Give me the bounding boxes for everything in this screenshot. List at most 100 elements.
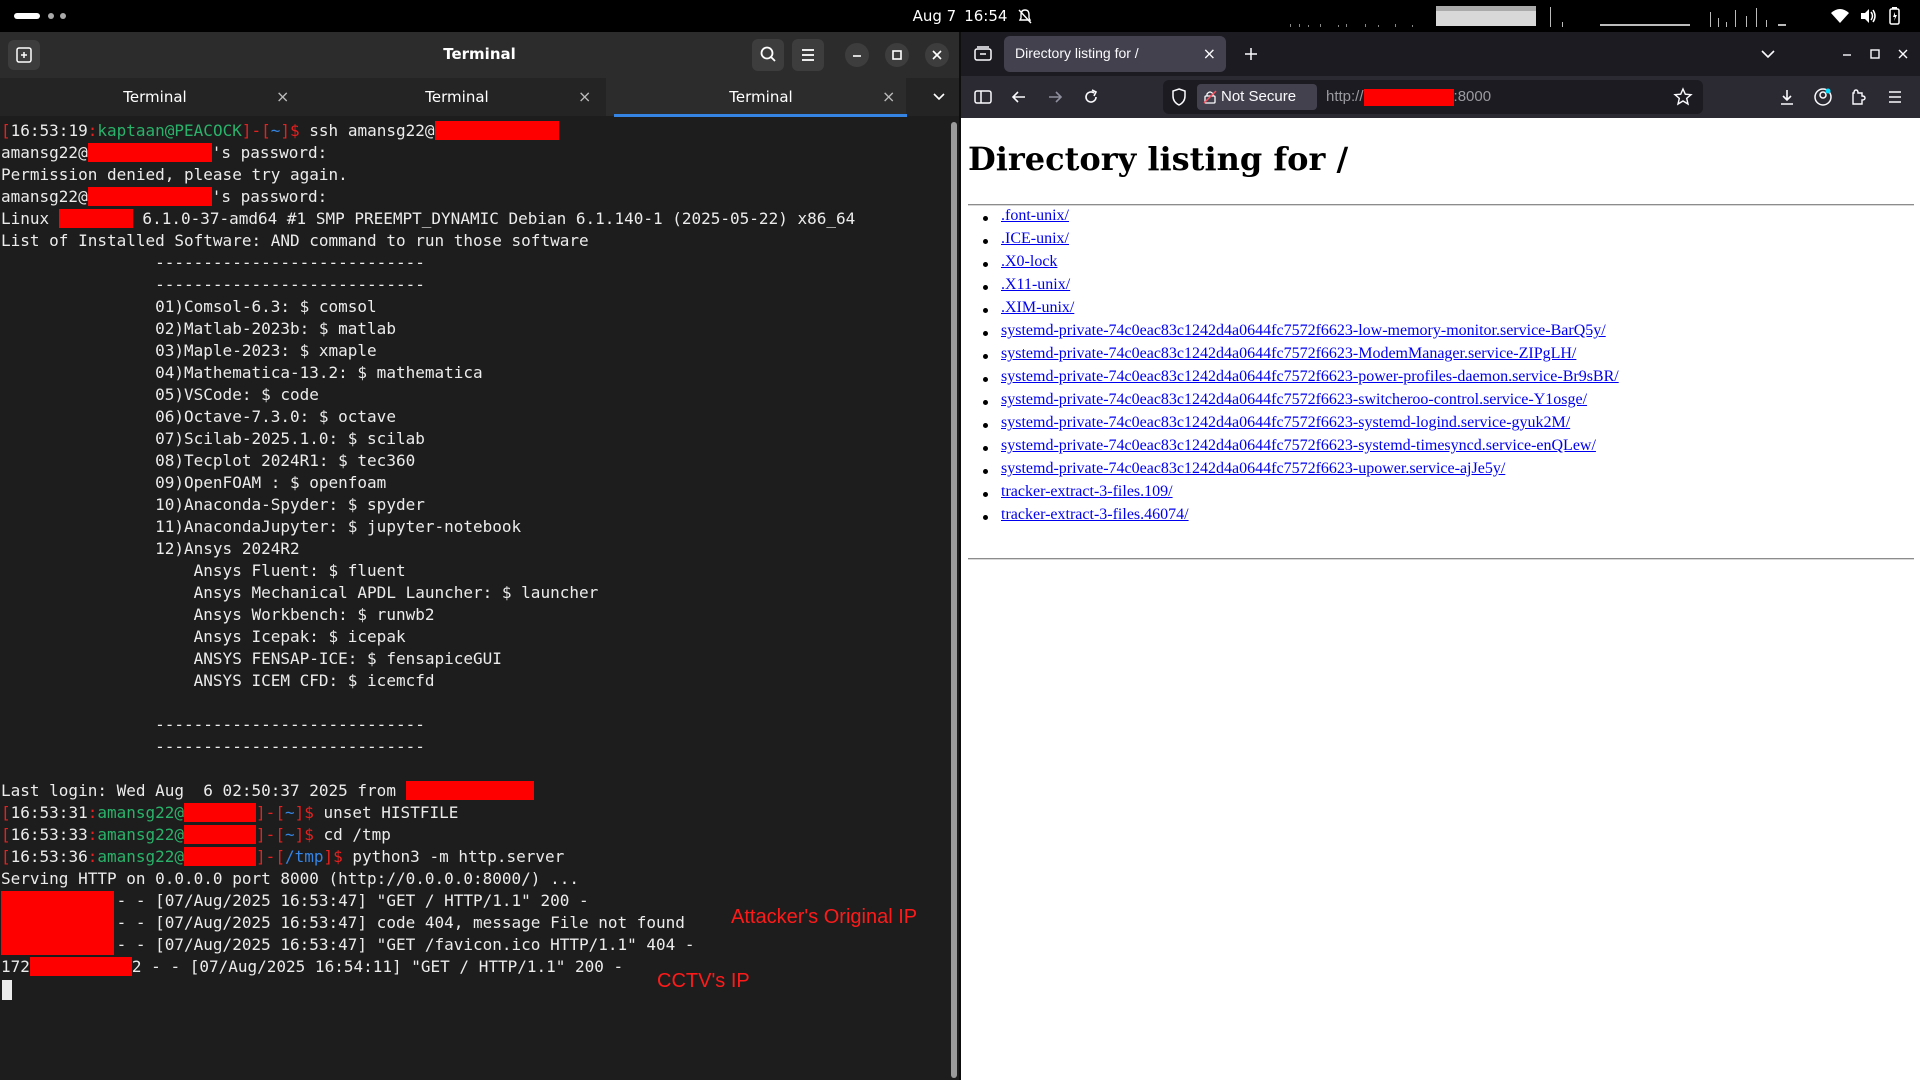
url-bar[interactable]: Not Secure http://:8000 (1163, 80, 1703, 114)
terminal-line: 01)Comsol-6.3: $ comsol (1, 297, 377, 316)
extensions-puzzle-icon[interactable] (1849, 87, 1869, 107)
active-tab-indicator (614, 114, 907, 117)
file-link[interactable]: .XIM-unix/ (1001, 299, 1074, 316)
app-menu-icon[interactable] (1885, 87, 1905, 107)
terminal-tab-bar: Terminal × Terminal × Terminal × (0, 78, 959, 116)
list-all-tabs-chevron-down-icon[interactable] (1758, 44, 1778, 64)
tab-close-icon[interactable]: × (578, 87, 591, 106)
top-bar: Aug 7 16:54 (0, 0, 1920, 32)
sidebar-toggle-icon[interactable] (973, 87, 993, 107)
account-icon[interactable] (1813, 87, 1833, 107)
url-text[interactable]: http://:8000 (1326, 88, 1491, 107)
terminal-line: Ansys Fluent: $ fluent (1, 561, 406, 580)
terminal-line: ---------------------------- (1, 253, 425, 272)
terminal-line: ANSYS ICEM CFD: $ icemcfd (1, 671, 435, 690)
tracking-protection-shield-icon[interactable] (1169, 87, 1189, 107)
annotation-attacker-ip: Attacker's Original IP (731, 906, 918, 928)
file-link[interactable]: .font-unix/ (1001, 207, 1069, 224)
terminal-content[interactable]: [16:53:19:kaptaan@PEACOCK]-[~]$ ssh aman… (0, 120, 950, 1080)
list-item: tracker-extract-3-files.109/ (981, 483, 1619, 506)
system-monitor-graph (1290, 6, 1786, 27)
browser-tab-active[interactable]: Directory listing for / × (1004, 36, 1226, 72)
terminal-line: Ansys Workbench: $ runwb2 (1, 605, 435, 624)
new-tab-plus-icon[interactable] (1241, 44, 1261, 64)
file-link[interactable]: .X0-lock (1001, 253, 1057, 270)
terminal-line: 11)AnacondaJupyter: $ jupyter-notebook (1, 517, 522, 536)
close-icon[interactable] (1893, 44, 1913, 64)
downloads-icon[interactable] (1777, 87, 1797, 107)
file-link[interactable]: systemd-private-74c0eac83c1242d4a0644fc7… (1001, 414, 1570, 431)
file-link[interactable]: systemd-private-74c0eac83c1242d4a0644fc7… (1001, 437, 1596, 454)
terminal-line: [16:53:36:amansg22@]-[/tmp]$ python3 -m … (1, 847, 565, 866)
file-link[interactable]: .X11-unix/ (1001, 276, 1070, 293)
terminal-line: 08)Tecplot 2024R1: $ tec360 (1, 451, 416, 470)
redacted-host (184, 847, 257, 866)
file-link[interactable]: systemd-private-74c0eac83c1242d4a0644fc7… (1001, 322, 1606, 339)
date-label: Aug 7 (912, 7, 957, 25)
terminal-line: Ansys Icepak: $ icepak (1, 627, 406, 646)
search-button[interactable] (752, 39, 784, 71)
notifications-muted-icon[interactable] (1017, 8, 1033, 24)
terminal-line: Linux 6.1.0-37-amd64 #1 SMP PREEMPT_DYNA… (1, 209, 856, 228)
terminal-tab-1[interactable]: Terminal × (0, 78, 300, 116)
terminal-line: Serving HTTP on 0.0.0.0 port 8000 (http:… (1, 869, 579, 888)
battery-icon[interactable] (1884, 6, 1904, 26)
terminal-tab-3-active[interactable]: Terminal × (606, 78, 906, 116)
tab-close-icon[interactable]: × (882, 87, 895, 106)
minimize-icon[interactable] (1837, 44, 1857, 64)
terminal-line: amansg22@'s password: (1, 187, 328, 206)
redacted-host (184, 825, 257, 844)
terminal-line: [16:53:33:amansg22@]-[~]$ cd /tmp (1, 825, 391, 844)
file-list: .font-unix/ .ICE-unix/ .X0-lock .X11-uni… (981, 207, 1619, 529)
horizontal-rule (968, 558, 1914, 560)
terminal-line: 06)Octave-7.3.0: $ octave (1, 407, 396, 426)
browser-tab-close-icon[interactable]: × (1203, 44, 1216, 63)
firefox-window: Directory listing for / × Not Secure htt… (961, 32, 1920, 1080)
close-button[interactable] (925, 43, 949, 67)
minimize-button[interactable] (845, 43, 869, 67)
minimize-icon (853, 55, 861, 57)
volume-icon[interactable] (1858, 6, 1878, 26)
maximize-button[interactable] (885, 43, 909, 67)
list-item: .X0-lock (981, 253, 1619, 276)
terminal-line: 03)Maple-2023: $ xmaple (1, 341, 377, 360)
back-arrow-icon[interactable] (1009, 87, 1029, 107)
file-link[interactable]: systemd-private-74c0eac83c1242d4a0644fc7… (1001, 368, 1619, 385)
tab-overview-icon[interactable] (973, 44, 993, 64)
file-link[interactable]: systemd-private-74c0eac83c1242d4a0644fc7… (1001, 345, 1576, 362)
file-link[interactable]: tracker-extract-3-files.46074/ (1001, 506, 1189, 523)
file-link[interactable]: systemd-private-74c0eac83c1242d4a0644fc7… (1001, 460, 1505, 477)
terminal-tab-2[interactable]: Terminal × (302, 78, 602, 116)
page-content: Directory listing for / .font-unix/ .ICE… (961, 118, 1920, 1080)
not-secure-label: Not Secure (1221, 88, 1297, 105)
tab-close-icon[interactable]: × (276, 87, 289, 106)
redacted-hostname (58, 209, 133, 228)
bookmark-star-icon[interactable] (1673, 87, 1693, 107)
search-icon (760, 46, 776, 62)
file-link[interactable]: systemd-private-74c0eac83c1242d4a0644fc7… (1001, 391, 1587, 408)
tab-list-chevron-down-icon[interactable] (930, 88, 948, 106)
terminal-line: 10)Anaconda-Spyder: $ spyder (1, 495, 425, 514)
terminal-line: 09)OpenFOAM : $ openfoam (1, 473, 387, 492)
maximize-icon (892, 50, 902, 60)
terminal-line: 172 2 - - [07/Aug/2025 16:54:11] "GET / H… (1, 957, 624, 976)
terminal-headerbar: Terminal (0, 32, 959, 78)
maximize-icon[interactable] (1865, 44, 1885, 64)
tab-label: Terminal (123, 88, 187, 106)
not-secure-badge[interactable]: Not Secure (1197, 84, 1317, 110)
terminal-line: Ansys Mechanical APDL Launcher: $ launch… (1, 583, 599, 602)
file-link[interactable]: .ICE-unix/ (1001, 230, 1069, 247)
wifi-icon[interactable] (1830, 6, 1850, 26)
file-link[interactable]: tracker-extract-3-files.109/ (1001, 483, 1173, 500)
forward-arrow-icon[interactable] (1045, 87, 1065, 107)
terminal-line: 02)Matlab-2023b: $ matlab (1, 319, 396, 338)
browser-nav-bar: Not Secure http://:8000 (961, 76, 1920, 118)
menu-button[interactable] (792, 39, 824, 71)
redacted-host (184, 803, 257, 822)
terminal-cursor (2, 980, 12, 1000)
browser-tab-bar: Directory listing for / × (961, 32, 1920, 76)
terminal-line: ANSYS FENSAP-ICE: $ fensapiceGUI (1, 649, 502, 668)
reload-icon[interactable] (1081, 87, 1101, 107)
terminal-line: 04)Mathematica-13.2: $ mathematica (1, 363, 483, 382)
terminal-scrollbar[interactable] (951, 122, 957, 1078)
